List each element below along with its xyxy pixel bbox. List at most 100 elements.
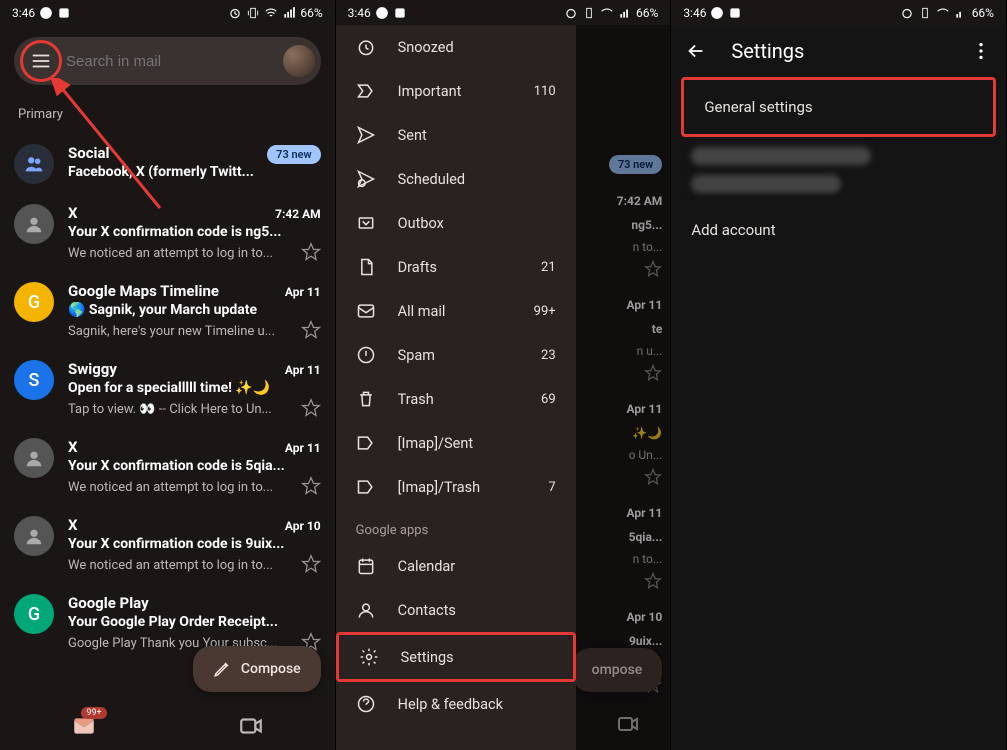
email-subject: Your X confirmation code is 9uix... [68, 536, 284, 552]
sender-name: Google Play [68, 594, 149, 612]
battery-pct: 66% [972, 6, 994, 20]
email-time: Apr 11 [285, 441, 321, 455]
status-time: 3:46 [348, 6, 371, 20]
nav-mail[interactable]: 99+ [71, 713, 97, 743]
general-settings-item[interactable]: General settings [681, 77, 996, 137]
email-item[interactable]: S Swiggy Apr 11 Open for a specialllll t… [0, 350, 335, 428]
drawer-item-trash[interactable]: Trash 69 [336, 377, 576, 421]
sender-avatar [14, 516, 54, 556]
drawer-item-spam[interactable]: Spam 23 [336, 333, 576, 377]
inbox-screen: 3:46 66% Primary Social [0, 0, 336, 750]
social-category[interactable]: Social 73 new Facebook, X (formerly Twit… [0, 134, 335, 194]
drawer-settings[interactable]: Settings [336, 632, 576, 682]
nav-meet[interactable] [238, 713, 264, 743]
dimmed-background[interactable]: 73 new 7:42 AM ng5...n to... Apr 11 ten … [576, 25, 671, 750]
email-time: Apr 10 [285, 519, 321, 533]
search-bar[interactable] [14, 37, 321, 85]
vibrate-icon [582, 6, 596, 20]
sender-avatar: G [14, 282, 54, 322]
vibrate-icon [918, 6, 932, 20]
drawer-count: 69 [541, 392, 556, 407]
important-icon [356, 81, 376, 101]
drawer-item-snoozed[interactable]: Snoozed [336, 25, 576, 69]
drawer-count: 7 [548, 480, 555, 495]
social-title: Social [68, 144, 109, 162]
drawer-app-contacts[interactable]: Contacts [336, 588, 576, 632]
drawer-help[interactable]: Help & feedback [336, 682, 576, 726]
email-preview: Sagnik, here's your new Timeline u... [68, 324, 275, 339]
email-preview: We noticed an attempt to log in to... [68, 246, 273, 261]
star-icon[interactable] [644, 572, 662, 590]
compose-button[interactable]: Compose [193, 646, 321, 692]
email-subject: Your X confirmation code is ng5... [68, 224, 282, 240]
wifi-icon [936, 6, 950, 20]
email-preview: We noticed an attempt to log in to... [68, 558, 273, 573]
sender-name: X [68, 516, 78, 534]
section-primary: Primary [0, 97, 335, 134]
drawer-count: 23 [541, 348, 556, 363]
star-icon[interactable] [644, 364, 662, 382]
drawer-item-imaptrash[interactable]: [Imap]/Trash 7 [336, 465, 576, 509]
star-icon[interactable] [301, 476, 321, 496]
drawer-label: Scheduled [398, 171, 534, 188]
drawer-item-allmail[interactable]: All mail 99+ [336, 289, 576, 333]
video-icon [238, 713, 264, 739]
account-avatar[interactable] [283, 45, 315, 77]
compose-button-bg[interactable]: ompose [572, 648, 663, 692]
drawer-label: Snoozed [398, 39, 534, 56]
sent-icon [356, 125, 376, 145]
sender-avatar [14, 204, 54, 244]
signal-icon [954, 6, 968, 20]
status-bar: 3:46 66% [336, 0, 671, 25]
email-subject: 🌎 Sagnik, your March update [68, 302, 257, 318]
star-icon[interactable] [644, 260, 662, 278]
email-item[interactable]: X Apr 10 Your X confirmation code is 9ui… [0, 506, 335, 584]
drawer-label: Spam [398, 347, 519, 364]
drawer-screen: 3:46 66% 73 new 7:42 AM ng5...n to... Ap… [336, 0, 672, 750]
drawer-item-scheduled[interactable]: Scheduled [336, 157, 576, 201]
drawer-label: Contacts [398, 602, 556, 619]
account-email-1[interactable] [691, 147, 871, 165]
star-icon[interactable] [301, 242, 321, 262]
whatsapp-icon [710, 6, 724, 20]
email-time: Apr 11 [285, 285, 321, 299]
more-icon[interactable] [970, 40, 992, 62]
star-icon[interactable] [301, 320, 321, 340]
drawer-item-outbox[interactable]: Outbox [336, 201, 576, 245]
drawer-label: Calendar [398, 558, 556, 575]
menu-icon[interactable] [30, 50, 52, 72]
vibrate-icon [246, 6, 260, 20]
email-item[interactable]: X Apr 11 Your X confirmation code is 5qi… [0, 428, 335, 506]
wifi-icon [600, 6, 614, 20]
pencil-icon [213, 660, 231, 678]
sender-name: X [68, 204, 78, 222]
video-icon[interactable] [616, 712, 640, 736]
sender-avatar: G [14, 594, 54, 634]
email-item[interactable]: X 7:42 AM Your X confirmation code is ng… [0, 194, 335, 272]
drawer-item-imapsent[interactable]: [Imap]/Sent [336, 421, 576, 465]
email-item[interactable]: G Google Maps Timeline Apr 11 🌎 Sagnik, … [0, 272, 335, 350]
back-icon[interactable] [685, 40, 707, 62]
sender-name: Google Maps Timeline [68, 282, 219, 300]
social-badge: 73 new [267, 145, 321, 164]
email-preview: Tap to view. 👀 -- Click Here to Un... [68, 402, 272, 417]
drawer-item-drafts[interactable]: Drafts 21 [336, 245, 576, 289]
whatsapp-icon [375, 6, 389, 20]
email-preview: We noticed an attempt to log in to... [68, 480, 273, 495]
label-icon [356, 433, 376, 453]
drawer-count: 99+ [534, 304, 556, 319]
drawer-item-sent[interactable]: Sent [336, 113, 576, 157]
star-icon[interactable] [644, 468, 662, 486]
account-email-2[interactable] [691, 175, 841, 193]
drawer-item-important[interactable]: Important 110 [336, 69, 576, 113]
email-subject: Your Google Play Order Receipt... [68, 614, 278, 630]
search-input[interactable] [66, 53, 271, 70]
social-icon [23, 153, 45, 175]
drawer-label: [Imap]/Trash [398, 479, 527, 496]
add-account-item[interactable]: Add account [671, 203, 1006, 257]
star-icon[interactable] [301, 554, 321, 574]
drawer-app-calendar[interactable]: Calendar [336, 544, 576, 588]
star-icon[interactable] [301, 398, 321, 418]
settings-title: Settings [731, 39, 804, 63]
email-subject: Open for a specialllll time! ✨🌙 [68, 380, 270, 396]
